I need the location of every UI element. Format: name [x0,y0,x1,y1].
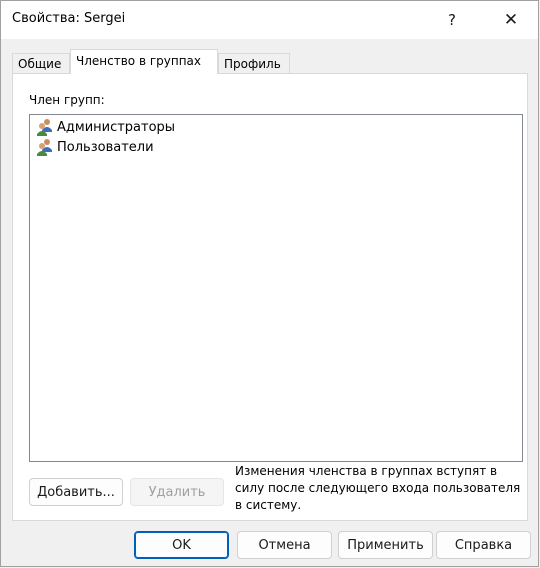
membership-note: Изменения членства в группах вступят в с… [235,464,521,512]
title-bar[interactable]: Свойства: Sergei ? ✕ [1,1,538,39]
properties-dialog: Свойства: Sergei ? ✕ Общие Членство в гр… [0,0,539,567]
close-button[interactable]: ✕ [488,1,534,39]
tab-general[interactable]: Общие [12,53,70,73]
group-icon [37,139,52,156]
group-name: Пользователи [57,139,154,155]
add-button[interactable]: Добавить... [29,478,123,506]
tab-profile[interactable]: Профиль [218,53,290,73]
group-name: Администраторы [57,119,176,135]
tab-group-membership[interactable]: Членство в группах [70,49,218,74]
group-icon [37,119,52,136]
list-item[interactable]: Пользователи [35,137,154,157]
group-membership-panel: Член групп: Администраторы Пользователи … [12,73,528,521]
groups-list[interactable]: Администраторы Пользователи [29,114,523,462]
list-item[interactable]: Администраторы [35,117,175,137]
window-title: Свойства: Sergei [12,11,126,26]
cancel-button[interactable]: Отмена [237,531,332,559]
member-of-label: Член групп: [29,93,105,107]
remove-button[interactable]: Удалить [130,478,224,506]
help-title-button[interactable]: ? [429,1,475,39]
close-icon: ✕ [503,10,519,30]
apply-button[interactable]: Применить [338,531,433,559]
help-button[interactable]: Справка [436,531,531,559]
ok-button[interactable]: OK [134,531,229,559]
question-icon: ? [448,11,456,29]
